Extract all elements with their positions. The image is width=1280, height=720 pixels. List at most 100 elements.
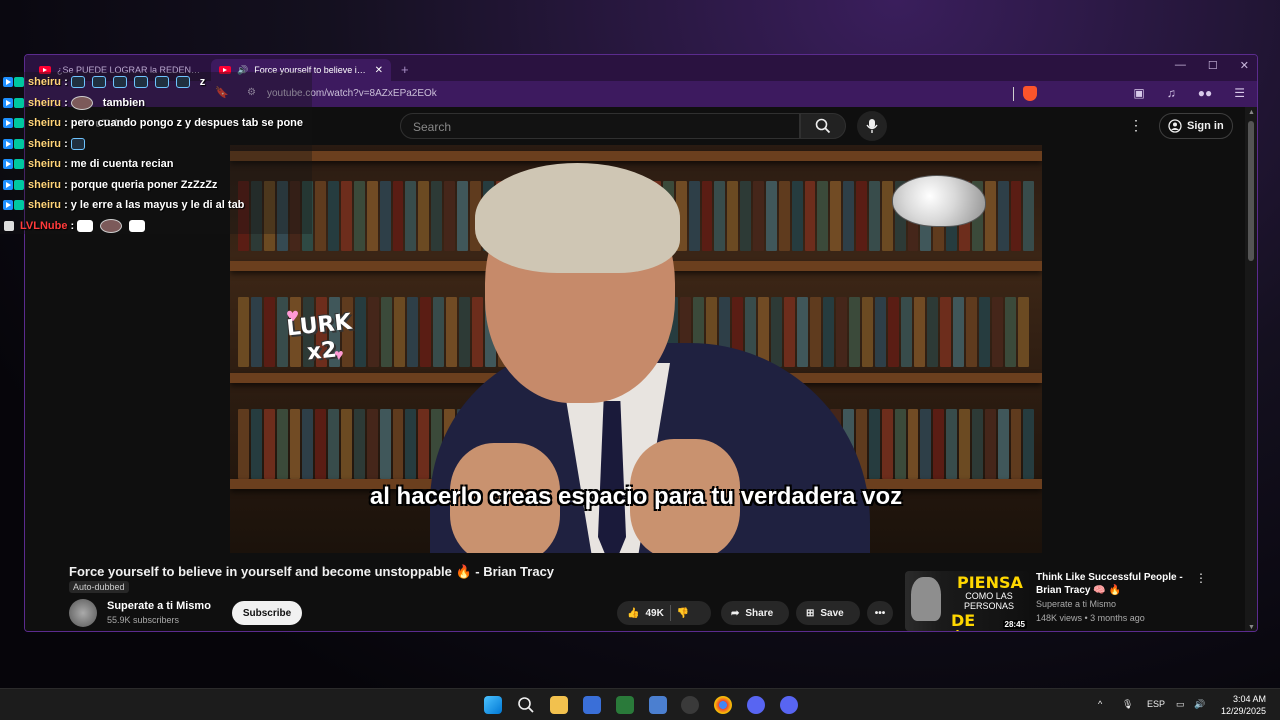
chat-text: y le erre a las mayus y le di al tab bbox=[70, 199, 245, 212]
save-button[interactable]: ⊞ Save bbox=[796, 601, 860, 625]
channel-avatar[interactable] bbox=[69, 599, 97, 627]
shield-app-icon[interactable] bbox=[649, 696, 667, 714]
auto-dubbed-badge: Auto-dubbed bbox=[69, 581, 129, 593]
volume-icon[interactable]: 🔊 bbox=[1194, 699, 1205, 710]
chat-overlay: sheiru : z sheiru : tambien sheiru : per… bbox=[0, 72, 310, 236]
like-count[interactable]: 49K bbox=[645, 608, 663, 619]
subscriber-badge-icon bbox=[14, 77, 24, 88]
video-title: Force yourself to believe in yourself an… bbox=[69, 564, 555, 579]
chat-username: sheiru bbox=[28, 178, 62, 191]
clock[interactable]: 3:04 AM 12/29/2025 bbox=[1221, 693, 1266, 717]
close-tab-icon[interactable]: ✕ bbox=[375, 65, 383, 76]
prime-badge-icon bbox=[3, 179, 13, 190]
store-icon[interactable] bbox=[583, 696, 601, 714]
chat-text: porque queria poner ZzZzZz bbox=[70, 178, 218, 191]
divider bbox=[669, 605, 671, 621]
chrome-icon[interactable] bbox=[714, 696, 732, 714]
microphone-icon[interactable]: 🎙 bbox=[1122, 699, 1133, 710]
thumb-text-1: PIENSA bbox=[957, 573, 1023, 592]
file-explorer-icon[interactable] bbox=[550, 696, 568, 714]
maximize-button[interactable]: ☐ bbox=[1208, 59, 1218, 72]
user-badge-icon bbox=[4, 220, 14, 231]
subscriber-badge-icon bbox=[14, 159, 24, 170]
save-label: Save bbox=[820, 607, 844, 619]
scroll-down-icon[interactable]: ▼ bbox=[1248, 624, 1255, 631]
toolbar-right: ▣ ♫ ●● ☰ bbox=[1133, 86, 1245, 100]
subscriber-badge-icon bbox=[14, 97, 24, 108]
minimize-button[interactable]: — bbox=[1175, 59, 1186, 72]
subscriber-badge-icon bbox=[14, 118, 24, 129]
chat-username: LVLNube bbox=[20, 219, 68, 232]
search-button[interactable] bbox=[800, 113, 846, 139]
media-icon[interactable]: ♫ bbox=[1167, 86, 1176, 100]
chat-username: sheiru bbox=[28, 96, 62, 109]
app-icon[interactable] bbox=[616, 696, 634, 714]
voice-search-button[interactable] bbox=[857, 111, 887, 141]
vpn-icon[interactable]: ●● bbox=[1198, 86, 1213, 100]
chat-message: sheiru : tambien bbox=[0, 93, 310, 114]
search-input[interactable]: Search bbox=[400, 113, 800, 139]
like-dislike-group: 👍 49K 👎 bbox=[617, 601, 711, 625]
discord-icon[interactable] bbox=[747, 696, 765, 714]
window-controls: — ☐ ✕ bbox=[1175, 59, 1249, 72]
chat-message: sheiru : z bbox=[0, 72, 310, 93]
steam-icon[interactable] bbox=[681, 696, 699, 714]
more-actions-button[interactable]: ••• bbox=[867, 601, 893, 625]
share-label: Share bbox=[745, 607, 774, 619]
chat-message: sheiru : porque queria poner ZzZzZz bbox=[0, 175, 310, 196]
emote-icon bbox=[70, 76, 85, 89]
emote-icon bbox=[91, 76, 106, 89]
tray-overflow-icon[interactable]: ^ bbox=[1098, 699, 1102, 709]
more-icon: ••• bbox=[874, 607, 886, 619]
share-button[interactable]: ➦ Share bbox=[721, 601, 789, 625]
like-icon[interactable]: 👍 bbox=[627, 608, 639, 619]
close-window-button[interactable]: ✕ bbox=[1240, 59, 1249, 72]
language-indicator[interactable]: ESP bbox=[1147, 699, 1165, 709]
emote-icon bbox=[175, 76, 190, 89]
scrollbar-thumb[interactable] bbox=[1248, 121, 1254, 261]
face-emote-icon bbox=[70, 95, 93, 110]
account-icon bbox=[1168, 119, 1182, 133]
face-emote-icon bbox=[100, 218, 123, 233]
dislike-icon[interactable]: 👎 bbox=[677, 608, 689, 619]
scrollbar[interactable]: ▲ ▼ bbox=[1245, 107, 1257, 631]
chat-text: z bbox=[199, 76, 206, 89]
channel-name[interactable]: Superate a ti Mismo bbox=[107, 600, 211, 612]
subscribe-button[interactable]: Subscribe bbox=[232, 601, 302, 625]
divider bbox=[1013, 87, 1014, 101]
new-tab-button[interactable]: + bbox=[391, 62, 419, 81]
lurk-overlay: LURK x2 bbox=[285, 310, 355, 369]
chat-text: me di cuenta recian bbox=[70, 158, 174, 171]
prime-badge-icon bbox=[3, 118, 13, 129]
microphone-icon bbox=[866, 119, 878, 133]
thumb-text-2: COMO LAS PERSONAS bbox=[963, 591, 1014, 611]
subscriber-count: 55.9K subscribers bbox=[107, 615, 180, 625]
sidebar-icon[interactable]: ▣ bbox=[1133, 86, 1144, 100]
sign-in-button[interactable]: Sign in bbox=[1159, 113, 1233, 139]
emote-icon bbox=[154, 76, 169, 89]
settings-menu-icon[interactable]: ⋮ bbox=[1129, 117, 1143, 134]
video-player[interactable]: ♥ ♥ LURK x2 al hacerlo creas espacio par… bbox=[230, 145, 1042, 553]
emote-icon bbox=[133, 76, 148, 89]
chat-text: pero cuando pongo z y despues tab se pon… bbox=[70, 117, 304, 130]
recommended-thumbnail[interactable]: PIENSA COMO LAS PERSONAS DE ÉXITO 28:45 bbox=[905, 571, 1029, 631]
chat-username: sheiru bbox=[28, 117, 62, 130]
recommended-menu-icon[interactable]: ⋮ bbox=[1195, 571, 1207, 585]
recommended-title[interactable]: Think Like Successful People - Brian Tra… bbox=[1036, 571, 1186, 597]
chat-username: sheiru bbox=[28, 199, 62, 212]
chat-message: LVLNube : bbox=[0, 216, 310, 237]
discord-icon-2[interactable] bbox=[780, 696, 798, 714]
start-icon[interactable] bbox=[484, 696, 502, 714]
subscriber-badge-icon bbox=[14, 179, 24, 190]
chat-username: sheiru bbox=[28, 76, 62, 89]
brave-shield-icon[interactable] bbox=[1023, 86, 1037, 101]
network-icon[interactable]: ▭ bbox=[1176, 699, 1185, 710]
save-icon: ⊞ bbox=[806, 607, 815, 619]
taskbar: ^ 🎙 ESP ▭ 🔊 3:04 AM 12/29/2025 bbox=[0, 688, 1280, 720]
scroll-up-icon[interactable]: ▲ bbox=[1248, 109, 1255, 116]
search-icon[interactable] bbox=[517, 696, 535, 714]
menu-icon[interactable]: ☰ bbox=[1234, 86, 1245, 100]
shelf bbox=[230, 151, 1042, 161]
prime-badge-icon bbox=[3, 159, 13, 170]
chat-message: sheiru : y le erre a las mayus y le di a… bbox=[0, 195, 310, 216]
